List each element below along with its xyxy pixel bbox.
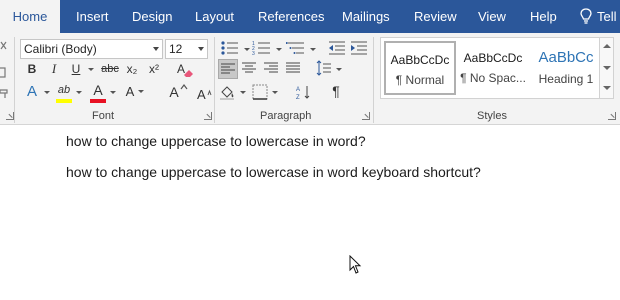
tab-home[interactable]: Home [0, 0, 60, 33]
borders-icon[interactable] [252, 84, 268, 100]
change-case-icon[interactable]: A [196, 85, 214, 103]
grow-font-dropdown-icon[interactable] [138, 90, 144, 93]
text-effects-button[interactable]: A [22, 82, 42, 102]
styles-gallery: AaBbCcDc ¶ Normal AaBbCcDc ¶ No Spac... … [380, 37, 600, 99]
font-color-swatch [90, 99, 106, 103]
group-divider [14, 37, 15, 123]
svg-text:Z: Z [296, 95, 300, 100]
svg-text:A: A [197, 87, 206, 102]
increase-indent-icon[interactable] [350, 40, 368, 56]
svg-text:A: A [177, 62, 185, 76]
sort-icon[interactable]: A Z [296, 84, 312, 100]
underline-dropdown-icon[interactable] [88, 68, 94, 71]
decrease-indent-icon[interactable] [328, 40, 346, 56]
grow-font-button[interactable]: A [120, 82, 140, 102]
clear-formatting-icon[interactable]: A [176, 61, 194, 79]
tab-design[interactable]: Design [132, 0, 172, 33]
bullets-icon[interactable] [220, 40, 240, 56]
font-group-label: Font [92, 110, 115, 122]
highlight-color-swatch [56, 99, 72, 103]
ribbon-tab-bar: Home Insert Design Layout References Mai… [0, 0, 620, 33]
align-center-icon[interactable] [242, 62, 256, 74]
numbering-icon[interactable]: 1 2 3 [252, 40, 272, 56]
scroll-up-icon[interactable] [603, 44, 611, 48]
mouse-pointer-icon [349, 255, 362, 274]
show-hide-marks-button[interactable]: ¶ [326, 81, 346, 101]
styles-dialog-launcher[interactable] [608, 112, 616, 120]
tab-insert[interactable]: Insert [76, 0, 109, 33]
font-size-up-icon [180, 84, 188, 90]
more-styles-icon[interactable] [603, 86, 611, 90]
bullets-dropdown-icon[interactable] [244, 48, 250, 51]
justify-icon[interactable] [286, 62, 300, 74]
chevron-down-icon[interactable] [198, 47, 204, 51]
underline-button[interactable]: U [66, 59, 86, 79]
group-divider [373, 37, 374, 123]
style-name: ¶ Normal [395, 73, 445, 87]
style-no-spacing[interactable]: AaBbCcDc ¶ No Spac... [457, 41, 529, 95]
line-spacing-dropdown-icon[interactable] [336, 68, 342, 71]
font-name-value: Calibri (Body) [24, 42, 97, 56]
cut-icon[interactable] [0, 41, 8, 53]
group-divider [214, 37, 215, 123]
font-size-combobox[interactable]: 12 [165, 39, 208, 59]
clipboard-dialog-launcher[interactable] [6, 112, 14, 120]
subscript-button[interactable]: x₂ [122, 59, 142, 79]
document-line[interactable]: how to change uppercase to lowercase in … [66, 133, 366, 149]
align-left-button[interactable] [218, 59, 238, 79]
font-color-button[interactable]: A [88, 80, 108, 100]
document-canvas[interactable] [0, 126, 620, 300]
strikethrough-button[interactable]: abc [98, 59, 122, 79]
style-normal[interactable]: AaBbCcDc ¶ Normal [384, 41, 456, 95]
italic-button[interactable]: I [44, 59, 64, 79]
font-size-value: 12 [169, 42, 183, 56]
style-sample: AaBbCc [538, 49, 594, 66]
paragraph-dialog-launcher[interactable] [362, 112, 370, 120]
numbering-dropdown-icon[interactable] [276, 48, 282, 51]
multilevel-list-icon[interactable] [286, 40, 306, 56]
ribbon-home: Calibri (Body) 12 B I U abc x₂ x² A A ab… [0, 33, 620, 125]
scroll-down-icon[interactable] [603, 66, 611, 70]
style-heading-1[interactable]: AaBbCc Heading 1 [530, 41, 602, 95]
styles-group-label: Styles [477, 110, 507, 122]
shading-icon[interactable] [219, 84, 237, 100]
style-sample: AaBbCcDc [390, 53, 450, 67]
paragraph-group-label: Paragraph [260, 110, 312, 122]
tab-view[interactable]: View [478, 0, 506, 33]
multilevel-list-dropdown-icon[interactable] [310, 48, 316, 51]
tab-mailings[interactable]: Mailings [342, 0, 390, 33]
styles-gallery-scroll [600, 37, 614, 99]
font-name-combobox[interactable]: Calibri (Body) [20, 39, 163, 59]
line-spacing-icon[interactable] [316, 60, 332, 76]
tell-me-label[interactable]: Tell [597, 0, 617, 33]
chevron-down-icon[interactable] [153, 47, 159, 51]
style-name: ¶ No Spac... [460, 71, 526, 85]
style-name: Heading 1 [538, 72, 594, 86]
svg-text:3: 3 [252, 51, 255, 56]
text-effects-dropdown-icon[interactable] [44, 91, 50, 94]
superscript-button[interactable]: x² [144, 59, 164, 79]
tab-references[interactable]: References [258, 0, 324, 33]
align-right-icon[interactable] [264, 62, 278, 74]
shading-dropdown-icon[interactable] [240, 91, 246, 94]
highlight-dropdown-icon[interactable] [76, 91, 82, 94]
bold-button[interactable]: B [22, 59, 42, 79]
style-sample: AaBbCcDc [463, 51, 523, 65]
tab-review[interactable]: Review [414, 0, 457, 33]
copy-icon[interactable] [0, 67, 8, 79]
font-color-dropdown-icon[interactable] [110, 91, 116, 94]
svg-text:A: A [296, 87, 300, 93]
borders-dropdown-icon[interactable] [272, 91, 278, 94]
format-painter-icon[interactable] [0, 88, 9, 100]
lightbulb-icon[interactable] [580, 8, 592, 25]
font-dialog-launcher[interactable] [204, 112, 212, 120]
highlight-button[interactable]: ab [54, 80, 74, 100]
tab-layout[interactable]: Layout [195, 0, 234, 33]
tab-help[interactable]: Help [530, 0, 557, 33]
align-left-icon [221, 63, 235, 74]
document-line[interactable]: how to change uppercase to lowercase in … [66, 164, 481, 180]
